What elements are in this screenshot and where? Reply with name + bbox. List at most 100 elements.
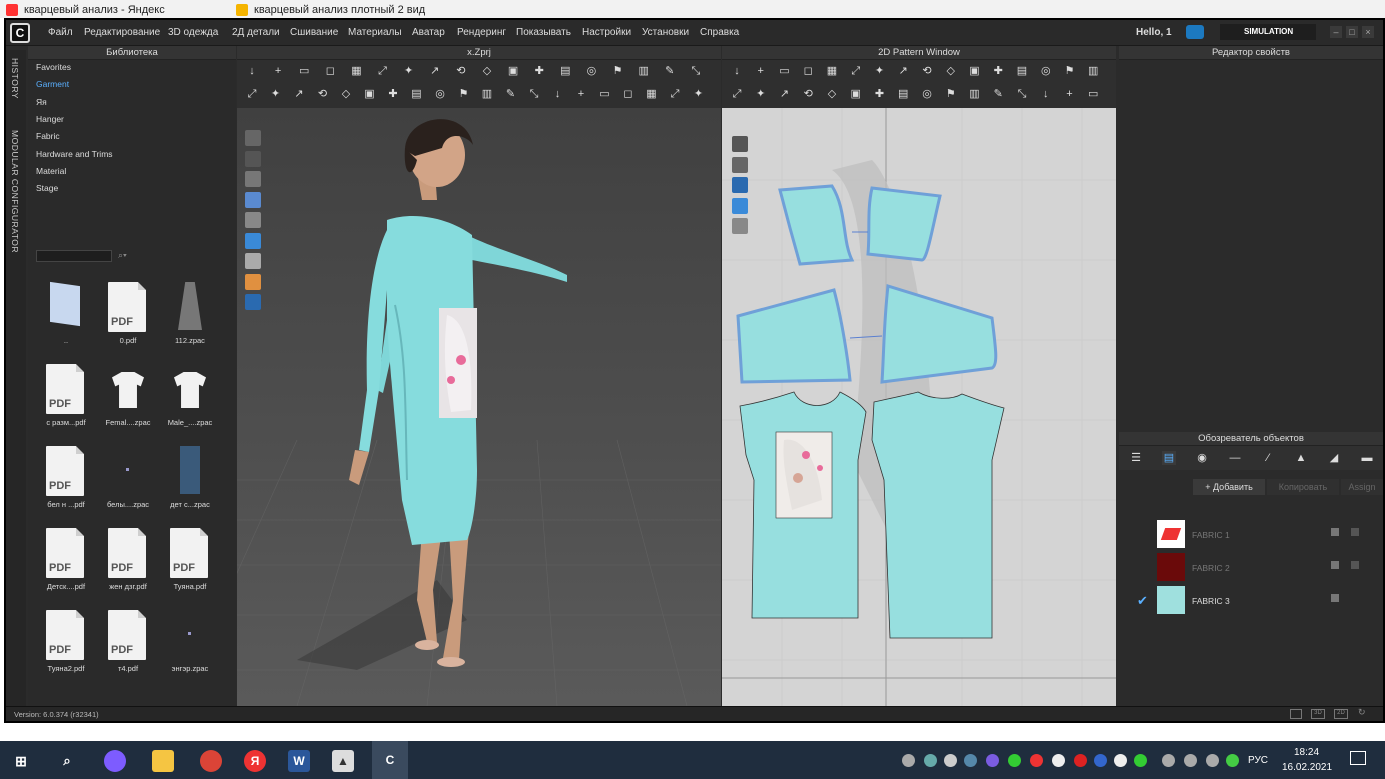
search-icon[interactable]: ⌕: [56, 750, 78, 772]
library-category[interactable]: Hardware and Trims: [36, 149, 113, 159]
object-browser-tab-icon[interactable]: ☰: [1129, 451, 1143, 465]
clo-taskbar-icon[interactable]: C: [372, 741, 408, 779]
tray-icon[interactable]: [944, 754, 957, 767]
side-tool-icon[interactable]: [245, 150, 261, 167]
tray-icon[interactable]: [1134, 754, 1147, 767]
toolbar-tool-icon[interactable]: ▤: [896, 87, 910, 101]
toolbar-tool-icon[interactable]: ▤: [558, 64, 572, 78]
tray-icon[interactable]: [1226, 754, 1239, 767]
toolbar-tool-icon[interactable]: ✚: [532, 64, 546, 78]
menu-materials[interactable]: Материалы: [348, 27, 402, 38]
toolbar-tool-icon[interactable]: ▦: [825, 64, 839, 78]
pattern-sleeve-cap-right[interactable]: [866, 186, 942, 262]
menu-avatar[interactable]: Аватар: [412, 27, 445, 38]
side-tool-icon[interactable]: [245, 130, 261, 146]
toolbar-tool-icon[interactable]: ✚: [386, 87, 400, 101]
refresh-icon[interactable]: ↻: [1358, 707, 1366, 718]
toolbar-tool-icon[interactable]: ▣: [363, 87, 377, 101]
delete-icon[interactable]: [1351, 528, 1359, 536]
library-file[interactable]: белы....zpac: [98, 442, 158, 522]
tab-modular-configurator[interactable]: MODULAR CONFIGURATOR: [10, 130, 20, 253]
toolbar-tool-icon[interactable]: ✎: [663, 64, 677, 78]
toolbar-tool-icon[interactable]: ↓: [730, 64, 744, 78]
toolbar-tool-icon[interactable]: ⤢: [245, 87, 259, 101]
side-tool-icon[interactable]: [732, 218, 748, 234]
tray-icon[interactable]: [964, 754, 977, 767]
menu-sewing[interactable]: Сшивание: [290, 27, 338, 38]
toolbar-tool-icon[interactable]: ⟲: [920, 64, 934, 78]
toolbar-tool-icon[interactable]: ◻: [323, 64, 337, 78]
menu-help[interactable]: Справка: [700, 27, 739, 38]
layout-single-icon[interactable]: [1290, 709, 1302, 719]
menu-2d-pattern[interactable]: 2Д детали: [232, 27, 280, 38]
tray-icon[interactable]: [986, 754, 999, 767]
toolbar-tool-icon[interactable]: ▣: [506, 64, 520, 78]
fabric-swatch[interactable]: [1157, 520, 1185, 548]
toolbar-tool-icon[interactable]: ▥: [480, 87, 494, 101]
fabric-swatch[interactable]: [1157, 553, 1185, 581]
assign-fabric-button[interactable]: Assign: [1341, 479, 1383, 495]
tray-icon[interactable]: [924, 754, 937, 767]
tray-icon[interactable]: [902, 754, 915, 767]
side-tool-icon[interactable]: [245, 212, 261, 228]
close-icon[interactable]: ×: [1362, 26, 1374, 38]
side-tool-icon[interactable]: [245, 294, 261, 310]
toolbar-tool-icon[interactable]: ⤢: [849, 64, 863, 78]
fabric-row[interactable]: FABRIC 1: [1119, 518, 1383, 550]
pattern-back[interactable]: [871, 391, 1005, 639]
toolbar-tool-icon[interactable]: ▣: [849, 87, 863, 101]
toolbar-tool-icon[interactable]: ⚑: [1063, 64, 1077, 78]
toolbar-tool-icon[interactable]: ▭: [1086, 87, 1100, 101]
side-tool-icon[interactable]: [732, 177, 748, 193]
search-icon[interactable]: ⌕▾: [118, 250, 127, 261]
cloud-icon[interactable]: [1186, 25, 1204, 39]
minimize-icon[interactable]: –: [1330, 26, 1342, 38]
toolbar-tool-icon[interactable]: ◇: [944, 64, 958, 78]
duplicate-icon[interactable]: [1331, 594, 1339, 602]
toolbar-tool-icon[interactable]: +: [574, 87, 588, 101]
view2d-viewport[interactable]: [722, 60, 1116, 706]
toolbar-tool-icon[interactable]: +: [1063, 87, 1077, 101]
toolbar-tool-icon[interactable]: ↓: [1039, 87, 1053, 101]
browser-tab[interactable]: кварцевый анализ - Яндекс: [2, 2, 165, 18]
notifications-icon[interactable]: [1350, 751, 1366, 765]
menu-render[interactable]: Рендеринг: [457, 27, 506, 38]
toolbar-tool-icon[interactable]: ▥: [1086, 64, 1100, 78]
duplicate-icon[interactable]: [1331, 561, 1339, 569]
object-browser-tab-icon[interactable]: ◢: [1327, 451, 1341, 465]
toolbar-tool-icon[interactable]: ⤢: [376, 64, 390, 78]
word-icon[interactable]: W: [288, 750, 310, 772]
toolbar-tool-icon[interactable]: ⟲: [801, 87, 815, 101]
library-search-input[interactable]: [36, 250, 112, 262]
menu-file[interactable]: Файл: [48, 27, 73, 38]
object-browser-tab-icon[interactable]: ▬: [1360, 451, 1374, 465]
simulation-mode-dropdown[interactable]: SIMULATION: [1220, 24, 1316, 40]
library-file[interactable]: ..: [36, 278, 96, 358]
side-tool-icon[interactable]: [732, 197, 748, 214]
toolbar-tool-icon[interactable]: ↓: [551, 87, 565, 101]
toolbar-tool-icon[interactable]: ▭: [297, 64, 311, 78]
toolbar-tool-icon[interactable]: ◎: [433, 87, 447, 101]
toolbar-tool-icon[interactable]: +: [754, 64, 768, 78]
toolbar-tool-icon[interactable]: ◎: [1039, 64, 1053, 78]
toolbar-tool-icon[interactable]: ✎: [991, 87, 1005, 101]
side-tool-icon[interactable]: [245, 273, 261, 290]
tab-history[interactable]: HISTORY: [10, 58, 20, 99]
toolbar-tool-icon[interactable]: ◻: [801, 64, 815, 78]
toolbar-tool-icon[interactable]: ⤢: [730, 87, 744, 101]
toolbar-tool-icon[interactable]: ⚑: [611, 64, 625, 78]
toolbar-tool-icon[interactable]: ◇: [480, 64, 494, 78]
photos-icon[interactable]: ▲: [332, 750, 354, 772]
toolbar-tool-icon[interactable]: ⤡: [527, 87, 541, 101]
toolbar-tool-icon[interactable]: ⚑: [457, 87, 471, 101]
tray-icon[interactable]: [1074, 754, 1087, 767]
clock-time[interactable]: 18:24: [1294, 747, 1319, 758]
toolbar-tool-icon[interactable]: ⚑: [944, 87, 958, 101]
library-file[interactable]: PDF с разм...pdf: [36, 360, 96, 440]
library-file[interactable]: дет с...zpac: [160, 442, 220, 522]
battery-icon[interactable]: [1184, 754, 1197, 767]
duplicate-icon[interactable]: [1331, 528, 1339, 536]
library-file[interactable]: PDF 0.pdf: [98, 278, 158, 358]
library-file[interactable]: PDF Туяна2.pdf: [36, 606, 96, 686]
library-category[interactable]: Material: [36, 166, 66, 176]
